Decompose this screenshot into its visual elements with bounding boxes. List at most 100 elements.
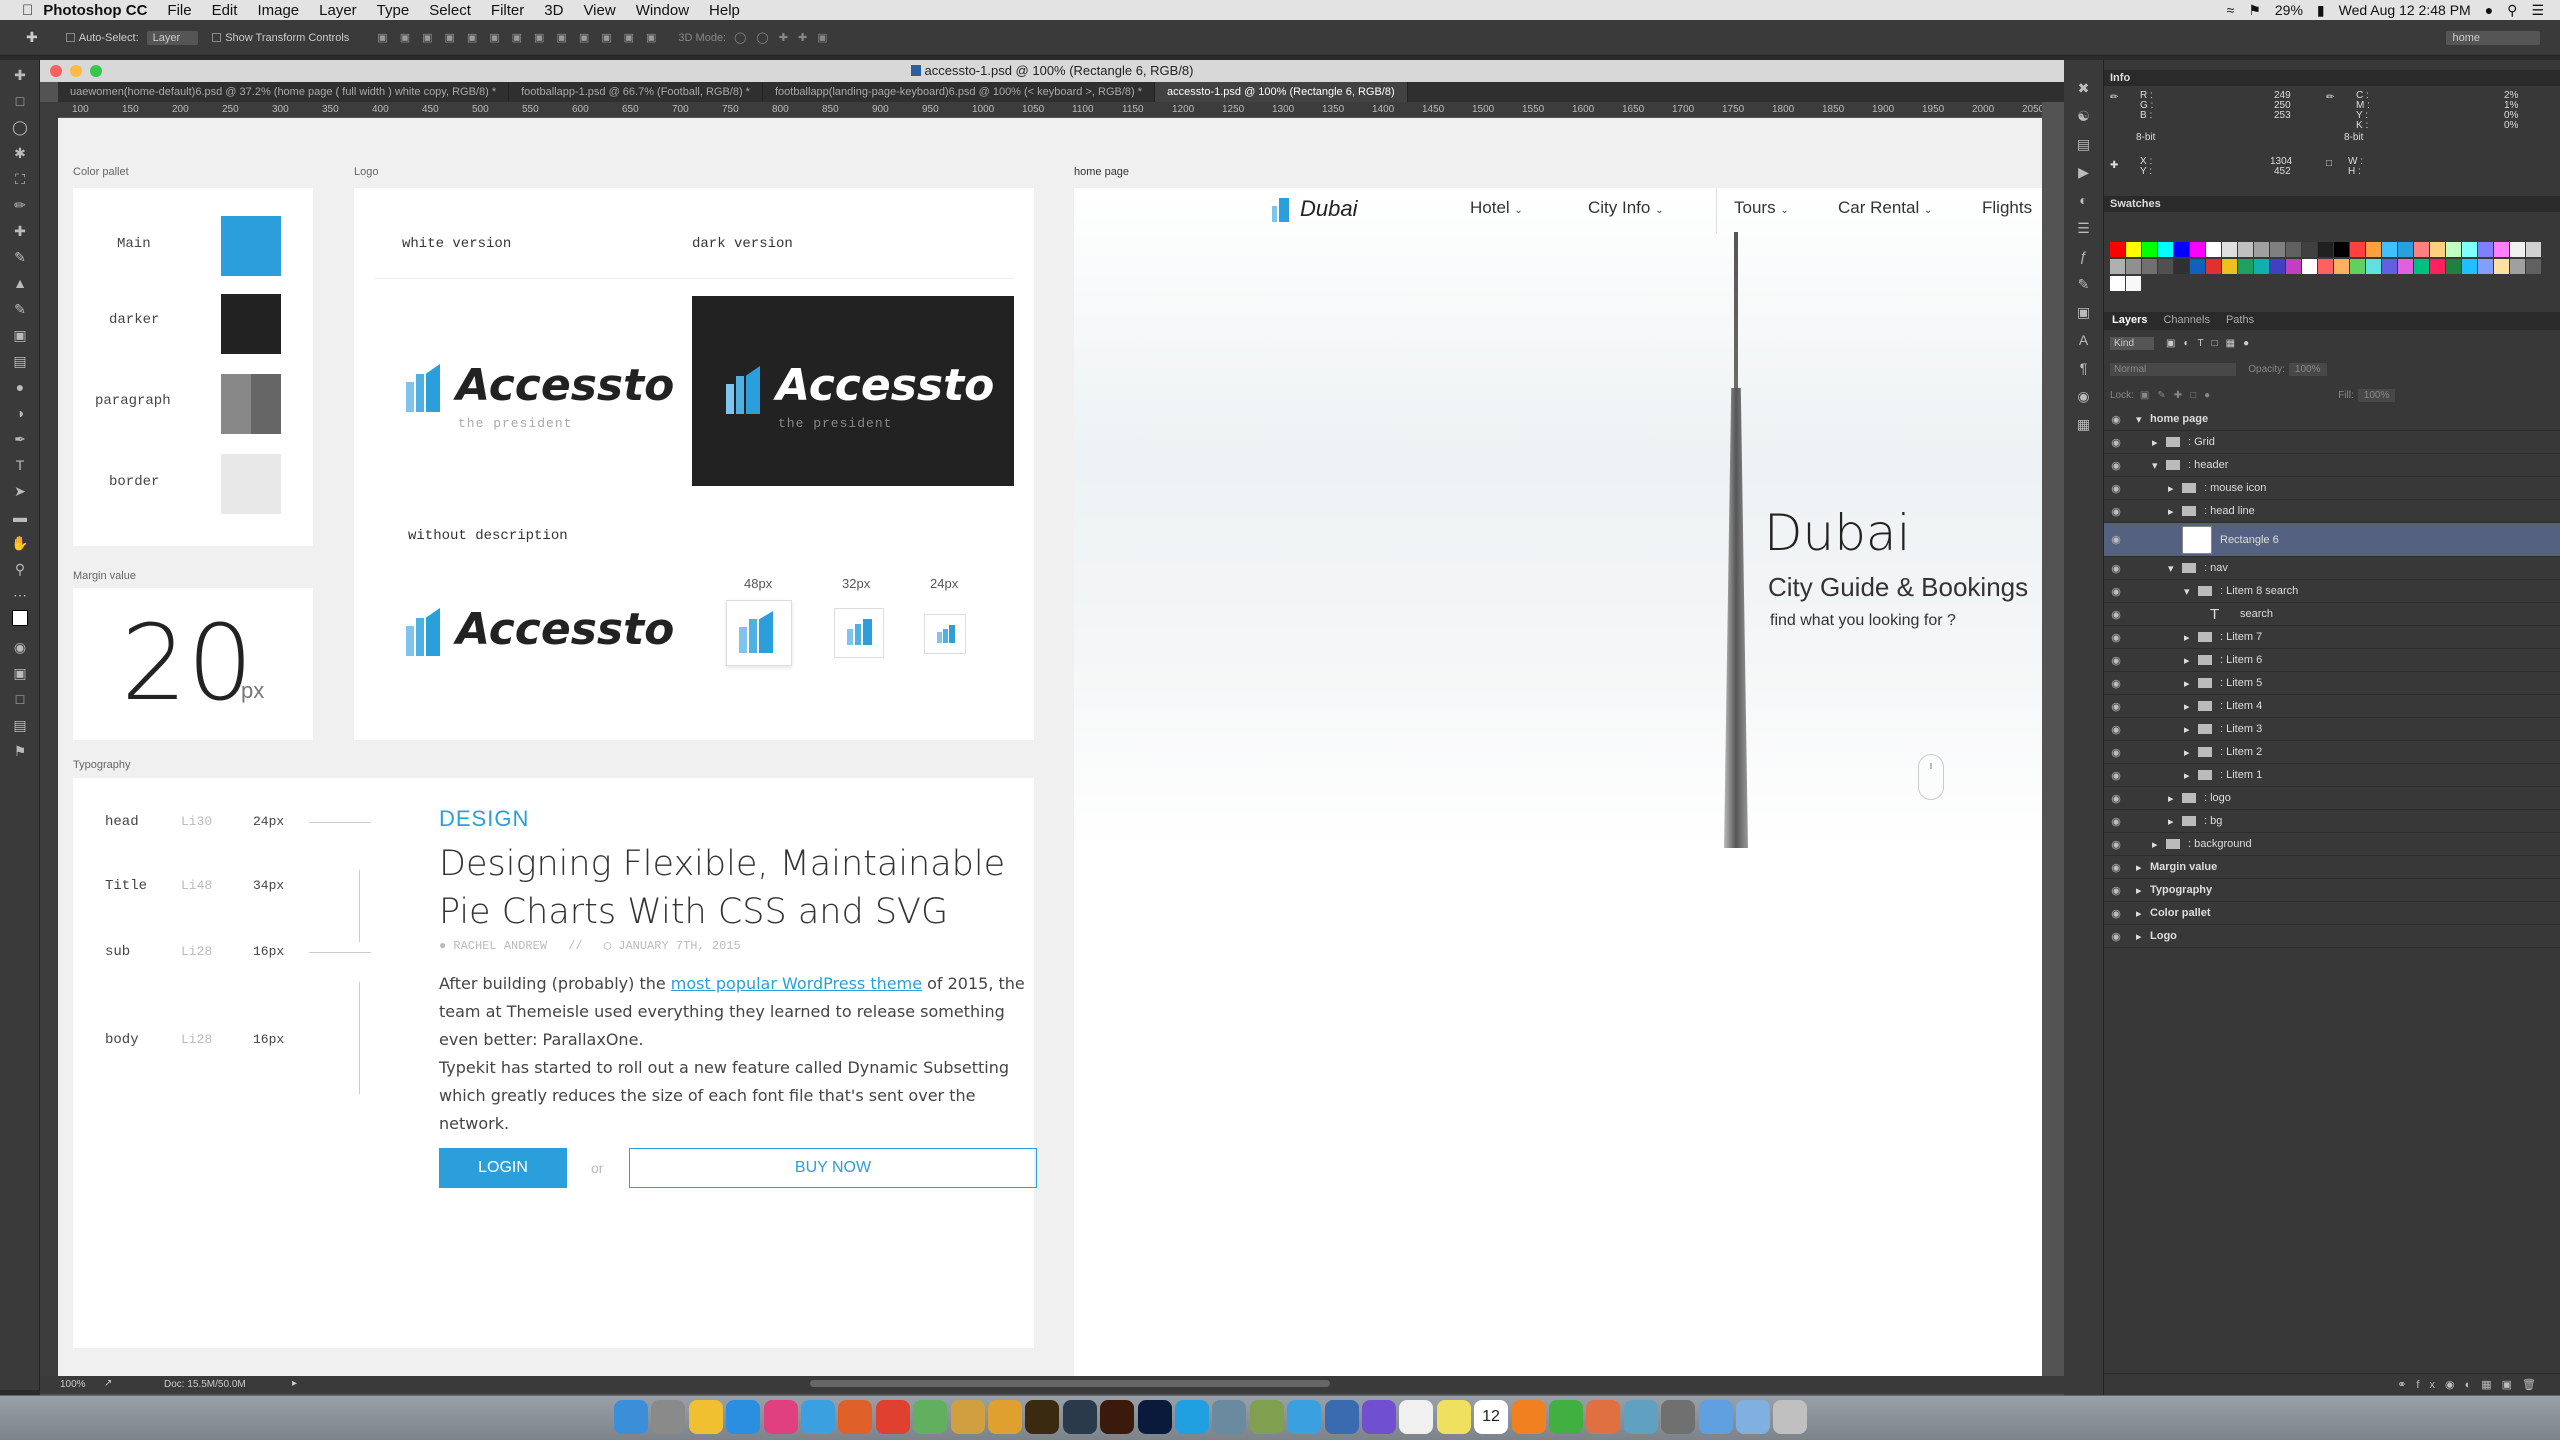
dock-bridge-icon[interactable] [1025,1400,1059,1434]
dock-keychain-icon[interactable] [1250,1400,1284,1434]
swatch-chip[interactable] [2238,259,2253,274]
visibility-eye-icon[interactable]: ◉ [2104,482,2128,495]
swatch-chip[interactable] [2190,259,2205,274]
ruler-horizontal[interactable]: 100 150 200 250 300 350 400 450 500 550 600 650 700 7… [58,102,2042,118]
visibility-eye-icon[interactable]: ◉ [2104,654,2128,667]
lasso-tool-icon[interactable]: ◯ [7,116,33,138]
dock-trash-icon[interactable] [1773,1400,1807,1434]
swatch-chip[interactable] [2478,242,2493,257]
tab-footballapp[interactable]: footballapp-1.psd @ 66.7% (Football, RGB… [509,82,763,102]
swatch-chip[interactable] [2142,242,2157,257]
layer-row[interactable]: ◉ ▸: Litem 6 [2104,649,2560,672]
layer-row[interactable]: ◉ ▾: Litem 8 search [2104,580,2560,603]
visibility-eye-icon[interactable]: ◉ [2104,631,2128,644]
swatch-chip[interactable] [2222,259,2237,274]
menu-file[interactable]: File [167,2,191,19]
swatch-chip[interactable] [2286,242,2301,257]
swatch-chip[interactable] [2174,259,2189,274]
tab-channels[interactable]: Channels [2155,312,2217,330]
disclosure-triangle-icon[interactable]: ▸ [2152,838,2166,851]
swatch-chip[interactable] [2318,259,2333,274]
layer-row[interactable]: ◉ ▸: Grid [2104,431,2560,454]
swatch-chip[interactable] [2302,259,2317,274]
quick-mask-icon[interactable]: ◉ [7,636,33,658]
swatch-chip[interactable] [2414,259,2429,274]
status-arrow-icon[interactable]: ▸ [292,1378,297,1389]
swatch-chip[interactable] [2206,259,2221,274]
swatch-chip[interactable] [2222,242,2237,257]
swatch-chip[interactable] [2286,259,2301,274]
visibility-eye-icon[interactable]: ◉ [2104,459,2128,472]
visibility-eye-icon[interactable]: ◉ [2104,861,2128,874]
layer-row[interactable]: ◉ ▸: Litem 1 [2104,764,2560,787]
swatch-chip[interactable] [2398,242,2413,257]
dock-xcode-icon[interactable] [1325,1400,1359,1434]
battery-icon[interactable]: ▮ [2317,2,2325,19]
menu-3d[interactable]: 3D [544,2,563,19]
swatch-chip[interactable] [2526,242,2541,257]
layer-row[interactable]: ◉ ▸: mouse icon [2104,477,2560,500]
share-icon[interactable]: ↗ [104,1378,112,1389]
dock-preview-icon[interactable] [1212,1400,1246,1434]
dock-illustrator-icon[interactable] [1100,1400,1134,1434]
swatch-chip[interactable] [2366,259,2381,274]
mouse-scroll-icon[interactable] [1918,754,1944,800]
disclosure-triangle-icon[interactable]: ▸ [2136,907,2150,920]
move-tool-icon[interactable]: ✚ [26,29,38,46]
dock-firefox-icon[interactable] [838,1400,872,1434]
dock-image-capture-icon[interactable] [1624,1400,1658,1434]
user-icon[interactable]: ● [2485,2,2493,18]
layer-row[interactable]: ◉ Rectangle 6 [2104,523,2560,557]
swatch-chip[interactable] [2318,242,2333,257]
mode-3d-icons[interactable]: ◯◯✚✚▣ [734,31,837,44]
flag-icon[interactable]: ⚑ [2248,2,2261,19]
disclosure-triangle-icon[interactable]: ▾ [2168,562,2182,575]
blur-tool-icon[interactable]: ● [7,376,33,398]
menu-window[interactable]: Window [636,2,689,19]
lock-icons[interactable]: ▣✎✚□● [2140,390,2218,401]
disclosure-triangle-icon[interactable]: ▾ [2184,585,2198,598]
layers-footer-icons[interactable]: ⚭fx◉◐▦▣🗑 [2104,1373,2560,1395]
swatch-chip[interactable] [2126,259,2141,274]
disclosure-triangle-icon[interactable]: ▸ [2184,746,2198,759]
auto-select-checkbox[interactable] [65,33,75,42]
auto-select-dropdown[interactable]: Layer [146,30,199,45]
swatch-chip[interactable] [2158,259,2173,274]
swatch-chip[interactable] [2270,242,2285,257]
swatch-chip[interactable] [2190,242,2205,257]
swatch-chip[interactable] [2126,276,2141,291]
tab-layers[interactable]: Layers [2104,312,2155,330]
swatch-chip[interactable] [2158,242,2173,257]
move-tool-icon[interactable]: ✚ [7,64,33,86]
disclosure-triangle-icon[interactable]: ▸ [2184,769,2198,782]
zoom-level[interactable]: 100% [60,1379,86,1390]
login-button[interactable]: LOGIN [439,1148,567,1188]
swatch-chip[interactable] [2110,276,2125,291]
swatch-chip[interactable] [2126,242,2141,257]
swatch-chip[interactable] [2510,242,2525,257]
dock-itunes-icon[interactable] [764,1400,798,1434]
dock-lightroom-icon[interactable] [1063,1400,1097,1434]
swatch-chip[interactable] [2110,242,2125,257]
layer-row[interactable]: ◉ ▸: Litem 2 [2104,741,2560,764]
visibility-eye-icon[interactable]: ◉ [2104,413,2128,426]
shape-tool-icon[interactable]: ▬ [7,506,33,528]
tab-accessto[interactable]: accessto-1.psd @ 100% (Rectangle 6, RGB/… [1155,82,1408,102]
visibility-eye-icon[interactable]: ◉ [2104,792,2128,805]
screen-mode-icon[interactable]: ▣ [7,662,33,684]
swatch-chip[interactable] [2430,242,2445,257]
layer-row[interactable]: ◉ ▸: Litem 7 [2104,626,2560,649]
layer-row[interactable]: ◉ ▸ Logo [2104,925,2560,948]
disclosure-triangle-icon[interactable]: ▸ [2184,700,2198,713]
swatch-chip[interactable] [2110,259,2125,274]
disclosure-triangle-icon[interactable]: ▸ [2184,654,2198,667]
visibility-eye-icon[interactable]: ◉ [2104,930,2128,943]
dock-downloads-icon[interactable] [1699,1400,1733,1434]
dock-system-preferences-icon[interactable] [1661,1400,1695,1434]
crop-tool-icon[interactable]: ⛶ [7,168,33,190]
visibility-eye-icon[interactable]: ◉ [2104,815,2128,828]
menu-view[interactable]: View [583,2,615,19]
disclosure-triangle-icon[interactable]: ▾ [2152,459,2166,472]
clock[interactable]: Wed Aug 12 2:48 PM [2339,2,2471,18]
visibility-eye-icon[interactable]: ◉ [2104,884,2128,897]
